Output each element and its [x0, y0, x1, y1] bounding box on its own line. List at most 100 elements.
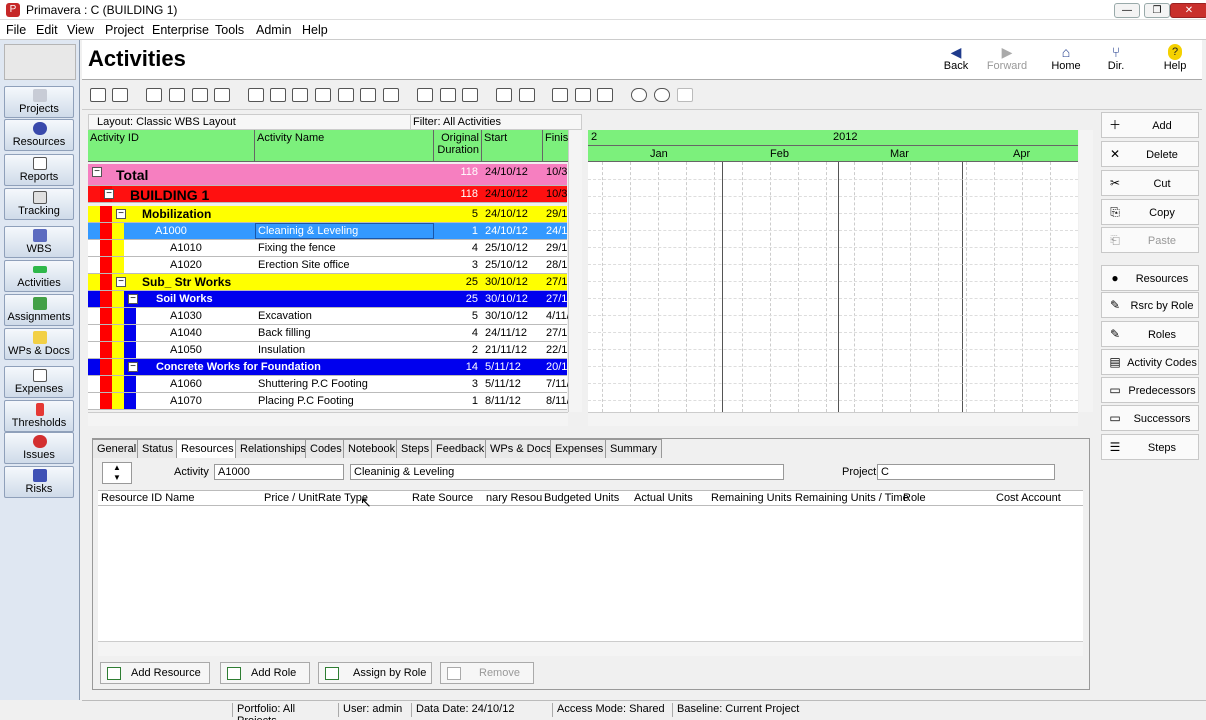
table-row[interactable]: A1050 Insulation 2 21/11/12 22/1 [88, 342, 567, 359]
collapse-toggle-icon[interactable]: − [116, 209, 126, 219]
bars-icon[interactable] [169, 88, 185, 102]
col-activity-id[interactable]: Activity ID [88, 130, 255, 162]
rsrc-by-role-button[interactable]: ✎ Rsrc by Role [1101, 292, 1199, 318]
tab-summary[interactable]: Summary [605, 439, 663, 458]
col-role[interactable]: Role [903, 492, 926, 504]
sidebar-item-reports[interactable]: Reports [4, 154, 74, 186]
close-icon[interactable]: ✕ [1170, 3, 1206, 18]
table-row[interactable]: A1020 Erection Site office 3 25/10/12 28/1 [88, 257, 567, 274]
table-row[interactable]: − Soil Works 25 30/10/12 27/1 [88, 291, 567, 308]
col-budgeted-units[interactable]: Budgeted Units [544, 492, 619, 504]
steps-button[interactable]: ☰ Steps [1101, 434, 1199, 460]
collapse-toggle-icon[interactable]: − [92, 167, 102, 177]
add-role-button[interactable]: Add Role [220, 662, 310, 684]
add-resource-button[interactable]: Add Resource [100, 662, 210, 684]
activity-name-field[interactable]: Cleaninig & Leveling [350, 464, 784, 480]
table-row[interactable]: A1000 Cleaninig & Leveling 1 24/10/12 24/1 [88, 223, 567, 240]
menu-tools[interactable]: Tools [215, 23, 244, 37]
delete-button[interactable]: ✕ Delete [1101, 141, 1199, 167]
sidebar-item-activities[interactable]: Activities [4, 260, 74, 292]
table-row[interactable]: − Concrete Works for Foundation 14 5/11/12 2… [88, 359, 567, 376]
sidebar-item-thresholds[interactable]: Thresholds [4, 400, 74, 432]
cut-button[interactable]: ✂ Cut [1101, 170, 1199, 196]
zoom-in-icon[interactable] [631, 88, 647, 102]
filter-icon[interactable] [496, 88, 512, 102]
col-finish[interactable]: Finis [543, 130, 568, 162]
expand-icon[interactable] [440, 88, 456, 102]
menu-file[interactable]: File [6, 23, 26, 37]
tab-expenses[interactable]: Expenses [550, 439, 609, 458]
filter-bar[interactable]: Filter: All Activities [410, 114, 582, 130]
collapse-toggle-icon[interactable]: − [128, 294, 138, 304]
sidebar-item-wps-docs[interactable]: WPs & Docs [4, 328, 74, 360]
table-row[interactable]: A1030 Excavation 5 30/10/12 4/11/ [88, 308, 568, 325]
sidebar-item-tracking[interactable]: Tracking [4, 188, 74, 220]
remove-button[interactable]: Remove [440, 662, 534, 684]
tab-relationships[interactable]: Relationships [235, 439, 312, 458]
table-row[interactable]: − Total 118 24/10/12 10/3 [88, 164, 567, 186]
resources-button[interactable]: ● Resources [1101, 265, 1199, 291]
col-cost-account[interactable]: Cost Account [996, 492, 1061, 504]
tab-feedback[interactable]: Feedback [431, 439, 490, 458]
directory-button[interactable]: ⑂ Dir. [1088, 44, 1144, 72]
tab-notebook[interactable]: Notebook [343, 439, 401, 458]
col-remaining-units[interactable]: Remaining Units [711, 492, 792, 504]
predecessors-button[interactable]: ▭ Predecessors [1101, 377, 1199, 403]
menu-view[interactable]: View [67, 23, 94, 37]
menu-help[interactable]: Help [302, 23, 328, 37]
resource-hscrollbar[interactable] [98, 642, 1083, 656]
table-row[interactable]: − BUILDING 1 118 24/10/12 10/3 [88, 186, 567, 203]
gantt-vscrollbar[interactable] [1079, 130, 1093, 412]
relationships-icon[interactable] [192, 88, 208, 102]
activity-codes-button[interactable]: ▤ Activity Codes [1101, 349, 1199, 375]
tab-resources[interactable]: Resources [176, 439, 239, 458]
assign-by-role-button[interactable]: Assign by Role [318, 662, 432, 684]
roles-button[interactable]: ✎ Roles [1101, 321, 1199, 347]
menu-admin[interactable]: Admin [256, 23, 291, 37]
help-button[interactable]: ? Help [1147, 44, 1203, 72]
menu-edit[interactable]: Edit [36, 23, 58, 37]
level-resources-icon[interactable] [575, 88, 591, 102]
row-navigator[interactable]: ▲ ▼ [102, 462, 132, 484]
activity-network-icon[interactable] [315, 88, 331, 102]
menu-project[interactable]: Project [105, 23, 144, 37]
zoom-out-icon[interactable] [654, 88, 670, 102]
forward-button[interactable]: ▶ Forward [979, 44, 1035, 72]
resource-usage-icon[interactable] [383, 88, 399, 102]
activity-details-icon[interactable] [292, 88, 308, 102]
apply-actuals-icon[interactable] [597, 88, 613, 102]
table-row[interactable]: − Sub_ Str Works 25 30/10/12 27/1 [88, 274, 567, 291]
resource-profile-icon[interactable] [360, 88, 376, 102]
grid-vscrollbar[interactable] [568, 130, 582, 412]
collapse-toggle-icon[interactable]: − [116, 277, 126, 287]
schedule-icon[interactable] [552, 88, 568, 102]
minimize-icon[interactable]: — [1114, 3, 1140, 18]
col-primary-resource[interactable]: nary Resou [486, 492, 542, 504]
menu-enterprise[interactable]: Enterprise [152, 23, 209, 37]
add-button[interactable]: ＋ Add [1101, 112, 1199, 138]
group-sort-icon[interactable] [417, 88, 433, 102]
sidebar-item-issues[interactable]: Issues [4, 432, 74, 464]
collapse-toggle-icon[interactable]: − [104, 189, 114, 199]
zoom-fit-icon[interactable] [677, 88, 693, 102]
col-resource-id[interactable]: Resource ID Name [101, 492, 195, 504]
resource-table-body[interactable] [98, 506, 1083, 642]
sidebar-item-projects[interactable]: Projects [4, 86, 74, 118]
collapse-icon[interactable] [462, 88, 478, 102]
trace-logic-icon[interactable] [338, 88, 354, 102]
col-activity-name[interactable]: Activity Name [255, 130, 434, 162]
sidebar-item-expenses[interactable]: Expenses [4, 366, 74, 398]
project-field[interactable]: C [877, 464, 1055, 480]
table-row[interactable]: A1060 Shuttering P.C Footing 3 5/11/12 7/11/ [88, 376, 568, 393]
sidebar-item-resources[interactable]: Resources [4, 119, 74, 151]
layout-icon[interactable] [519, 88, 535, 102]
tab-wps-docs[interactable]: WPs & Docs [485, 439, 557, 458]
table-row[interactable]: A1040 Back filling 4 24/11/12 27/1 [88, 325, 567, 342]
col-price-unit[interactable]: Price / Unit [264, 492, 318, 504]
table-row[interactable]: A1010 Fixing the fence 4 25/10/12 29/1 [88, 240, 567, 257]
gantt-chart-icon[interactable] [270, 88, 286, 102]
col-duration[interactable]: Original Duration [434, 130, 482, 162]
gantt-chart[interactable] [588, 162, 1078, 412]
col-actual-units[interactable]: Actual Units [634, 492, 693, 504]
sidebar-item-wbs[interactable]: WBS [4, 226, 74, 258]
